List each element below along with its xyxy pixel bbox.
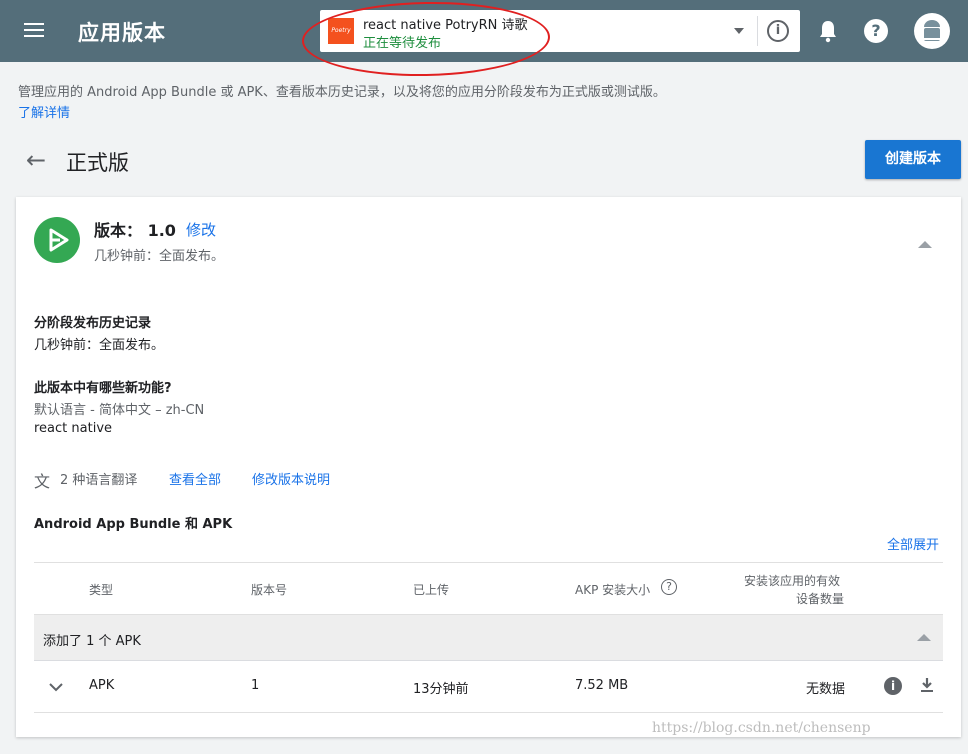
row-version: 1 (251, 678, 260, 693)
learn-more-link[interactable]: 了解详情 (18, 102, 70, 121)
page-section-title: 应用版本 (78, 21, 166, 45)
version-label: 版本： 1.0 (94, 221, 176, 240)
row-type: APK (89, 678, 115, 693)
release-card: 版本： 1.0 修改 几秒钟前：全面发布。 分阶段发布历史记录 几秒钟前：全面发… (16, 197, 961, 737)
page-title: 正式版 (66, 151, 129, 175)
app-selector[interactable]: Poetry react native PotryRN 诗歌 正在等待发布 i (320, 10, 800, 52)
collapse-icon[interactable] (918, 241, 932, 248)
column-uploaded: 已上传 (413, 583, 450, 597)
version-value: 1.0 (147, 221, 176, 240)
app-logo: Poetry (328, 18, 354, 44)
help-icon[interactable]: ? (661, 579, 677, 595)
top-app-bar: 应用版本 Poetry react native PotryRN 诗歌 正在等待… (0, 0, 968, 79)
whats-new-heading: 此版本中有哪些新功能? (34, 381, 172, 396)
release-notes: react native (34, 421, 113, 436)
android-avatar-icon (923, 20, 941, 41)
chevron-down-icon[interactable] (49, 682, 63, 692)
group-label: 添加了 1 个 APK (43, 634, 141, 649)
chevron-down-icon[interactable] (734, 28, 744, 34)
bundles-heading: Android App Bundle 和 APK (34, 517, 233, 532)
translate-icon: 文 (34, 472, 51, 491)
download-icon[interactable] (920, 677, 934, 693)
translations-count: 2 种语言翻译 (60, 473, 138, 488)
column-install-size: AKP 安装大小 (575, 583, 651, 597)
menu-icon[interactable] (24, 20, 48, 40)
rollout-history-heading: 分阶段发布历史记录 (34, 316, 152, 331)
divider (757, 16, 758, 46)
row-uploaded: 13分钟前 (413, 682, 469, 697)
create-release-button[interactable]: 创建版本 (865, 140, 961, 179)
column-devices-line2: 设备数量 (796, 592, 845, 606)
collapse-icon[interactable] (917, 634, 931, 641)
column-type: 类型 (89, 583, 114, 597)
page-description: 管理应用的 Android App Bundle 或 APK、查看版本历史记录，… (18, 85, 666, 100)
notification-bell-icon[interactable] (818, 19, 838, 43)
info-icon[interactable]: i (884, 677, 902, 695)
default-language: 默认语言 - 简体中文 – zh-CN (34, 403, 205, 418)
app-name: react native PotryRN 诗歌 (363, 18, 528, 33)
expand-all-link[interactable]: 全部展开 (887, 534, 939, 553)
column-devices-line1: 安装该应用的有效 (744, 574, 841, 588)
row-size: 7.52 MB (575, 678, 629, 693)
edit-version-link[interactable]: 修改 (186, 219, 216, 240)
version-subtitle: 几秒钟前：全面发布。 (94, 249, 225, 264)
column-version-code: 版本号 (251, 583, 288, 597)
info-icon[interactable]: i (767, 20, 789, 42)
rollout-history-text: 几秒钟前：全面发布。 (34, 338, 165, 353)
avatar[interactable] (914, 13, 950, 49)
table-header: 类型 版本号 已上传 AKP 安装大小 ? 安装该应用的有效 设备数量 (34, 562, 943, 615)
view-all-link[interactable]: 查看全部 (169, 469, 221, 488)
apk-group-row[interactable]: 添加了 1 个 APK (34, 615, 943, 661)
help-icon[interactable]: ? (864, 19, 888, 43)
table-row[interactable]: APK 1 13分钟前 7.52 MB 无数据 i (34, 661, 943, 713)
watermark: https://blog.csdn.net/chensenp (652, 720, 871, 736)
back-arrow-icon[interactable]: ← (26, 146, 46, 174)
app-status: 正在等待发布 (363, 36, 442, 51)
row-devices: 无数据 (806, 682, 846, 697)
production-track-icon (34, 217, 80, 263)
edit-release-notes-link[interactable]: 修改版本说明 (252, 469, 330, 488)
